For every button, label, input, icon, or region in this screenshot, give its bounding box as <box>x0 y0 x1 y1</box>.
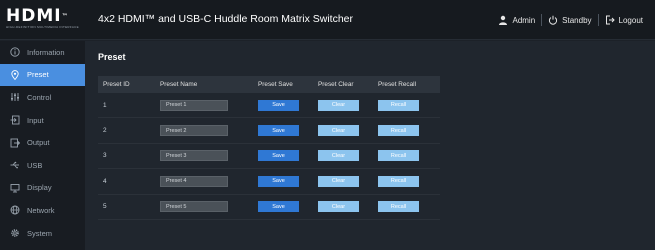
sidebar-item-label: Information <box>27 47 65 57</box>
preset-id: 3 <box>103 152 107 160</box>
sidebar-item-label: Control <box>27 92 52 102</box>
sidebar-item-label: Network <box>27 205 55 215</box>
save-button[interactable]: Save <box>258 150 299 162</box>
power-icon[interactable] <box>548 15 558 25</box>
column-header: Preset Name <box>160 81 198 88</box>
sidebar-item-label: System <box>27 228 53 238</box>
sidebar-item-label: Display <box>27 183 52 193</box>
user-area: Admin Standby Logout <box>498 14 643 26</box>
usb-icon <box>10 160 20 170</box>
sidebar-item-label: Preset <box>27 70 49 80</box>
input-icon <box>10 115 20 125</box>
standby-button[interactable]: Standby <box>562 16 591 25</box>
save-button[interactable]: Save <box>258 99 299 111</box>
table-header: Preset ID Preset Name Preset Save Preset… <box>98 76 440 93</box>
page-title: Preset <box>98 52 126 62</box>
preset-name-input[interactable] <box>160 175 228 187</box>
hdmi-logo: HDMI™ HIGH-DEFINITION MULTIMEDIA INTERFA… <box>6 6 84 31</box>
output-icon <box>10 138 21 148</box>
divider <box>597 14 599 26</box>
save-button[interactable]: Save <box>258 175 299 187</box>
recall-button[interactable]: Recall <box>378 150 419 162</box>
sidebar-item-label: USB <box>27 160 43 170</box>
top-bar: HDMI™ HIGH-DEFINITION MULTIMEDIA INTERFA… <box>0 0 655 40</box>
clear-button[interactable]: Clear <box>318 175 359 187</box>
sidebar-item-input[interactable]: Input <box>0 109 85 132</box>
user-icon <box>498 15 508 25</box>
sidebar-item-information[interactable]: Information <box>0 41 85 64</box>
sidebar-item-preset[interactable]: Preset <box>0 63 85 87</box>
info-icon <box>10 47 20 57</box>
table-row: 5 Save Clear Recall <box>98 195 440 220</box>
sidebar-item-label: Output <box>27 138 50 148</box>
sliders-icon <box>10 92 20 102</box>
sidebar: Information Preset Control Input Output … <box>0 41 85 250</box>
logout-icon[interactable] <box>605 15 615 25</box>
monitor-icon <box>10 183 20 193</box>
recall-button[interactable]: Recall <box>378 175 419 187</box>
divider <box>541 14 543 26</box>
clear-button[interactable]: Clear <box>318 125 359 137</box>
preset-id: 5 <box>103 203 107 211</box>
user-name[interactable]: Admin <box>512 16 535 25</box>
clear-button[interactable]: Clear <box>318 150 359 162</box>
clear-button[interactable]: Clear <box>318 201 359 213</box>
recall-button[interactable]: Recall <box>378 125 419 137</box>
preset-name-input[interactable] <box>160 99 228 111</box>
preset-name-input[interactable] <box>160 201 228 213</box>
preset-id: 1 <box>103 101 107 109</box>
column-header: Preset Clear <box>318 81 354 88</box>
logo-trademark: ™ <box>61 13 69 20</box>
clear-button[interactable]: Clear <box>318 99 359 111</box>
preset-id: 4 <box>103 177 107 185</box>
table-row: 1 Save Clear Recall <box>98 93 440 119</box>
recall-button[interactable]: Recall <box>378 99 419 111</box>
table-row: 2 Save Clear Recall <box>98 118 440 144</box>
logo-text: HDMI <box>6 6 62 26</box>
preset-id: 2 <box>103 127 107 135</box>
logout-button[interactable]: Logout <box>619 16 643 25</box>
preset-name-input[interactable] <box>160 125 228 137</box>
logo-subtitle: HIGH-DEFINITION MULTIMEDIA INTERFACE <box>6 25 79 29</box>
column-header: Preset Save <box>258 81 293 88</box>
location-icon <box>10 70 20 81</box>
main-panel: Preset Preset ID Preset Name Preset Save… <box>85 41 655 250</box>
app-title: 4x2 HDMI™ and USB-C Huddle Room Matrix S… <box>98 13 353 25</box>
sidebar-item-output[interactable]: Output <box>0 131 85 154</box>
globe-icon <box>10 205 20 215</box>
sidebar-item-usb[interactable]: USB <box>0 154 85 177</box>
recall-button[interactable]: Recall <box>378 201 419 213</box>
preset-name-input[interactable] <box>160 150 228 162</box>
sidebar-item-label: Input <box>27 115 44 125</box>
save-button[interactable]: Save <box>258 125 299 137</box>
save-button[interactable]: Save <box>258 201 299 213</box>
column-header: Preset Recall <box>378 81 417 88</box>
column-header: Preset ID <box>103 81 130 88</box>
table-row: 4 Save Clear Recall <box>98 169 440 195</box>
sidebar-item-system[interactable]: System <box>0 222 85 245</box>
table-row: 3 Save Clear Recall <box>98 144 440 170</box>
sidebar-item-network[interactable]: Network <box>0 199 85 222</box>
gear-icon <box>10 228 20 238</box>
sidebar-item-display[interactable]: Display <box>0 177 85 200</box>
preset-table: Preset ID Preset Name Preset Save Preset… <box>98 76 440 220</box>
sidebar-item-control[interactable]: Control <box>0 86 85 109</box>
